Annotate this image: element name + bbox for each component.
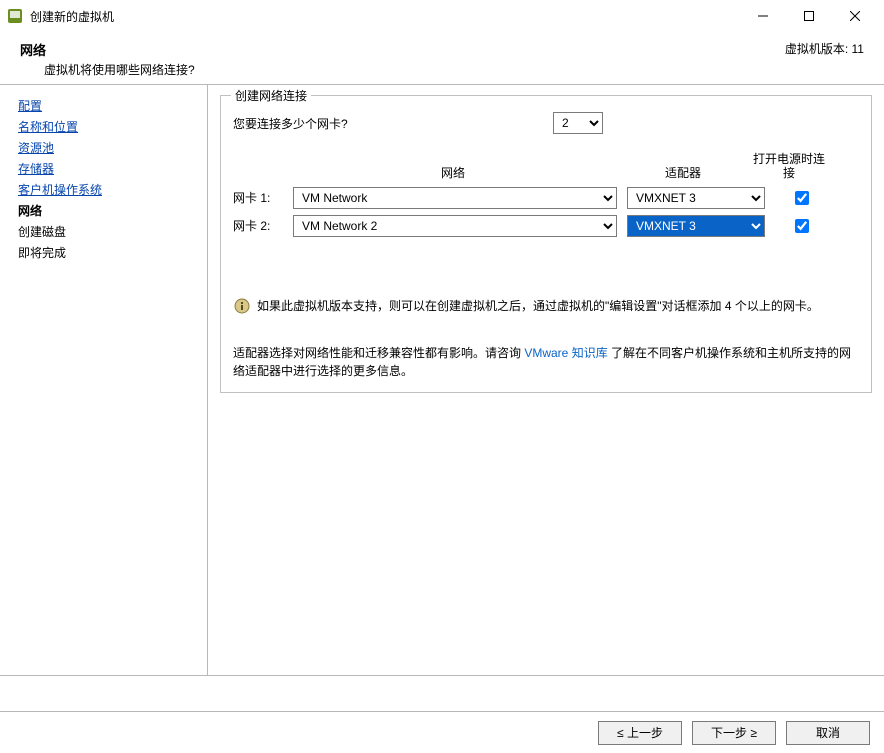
header-adapter: 适配器: [613, 164, 753, 181]
titlebar: 创建新的虚拟机: [0, 0, 884, 32]
app-icon: [6, 7, 24, 25]
vmware-kb-link[interactable]: VMware 知识库: [524, 346, 607, 360]
page-title: 网络: [20, 40, 785, 59]
minimize-button[interactable]: [740, 1, 786, 31]
info-icon: [233, 297, 257, 318]
nic-row-1: 网卡 1: VM Network VMXNET 3: [233, 187, 859, 209]
nic2-network-select[interactable]: VM Network 2: [293, 215, 617, 237]
nic1-adapter-select[interactable]: VMXNET 3: [627, 187, 765, 209]
nic1-label: 网卡 1:: [233, 189, 293, 206]
sidebar-item-network: 网络: [18, 200, 207, 221]
page-subtitle: 虚拟机将使用哪些网络连接?: [44, 61, 785, 78]
next-button[interactable]: 下一步 ≥: [692, 721, 776, 745]
nic-count-select[interactable]: 2: [553, 112, 603, 134]
main-panel: 创建网络连接 您要连接多少个网卡? 2 网络 适配器 打开电源时连接 网卡 1:: [208, 85, 884, 675]
wizard-sidebar: 配置 名称和位置 资源池 存储器 客户机操作系统 网络 创建磁盘 即将完成: [0, 85, 208, 675]
window-title: 创建新的虚拟机: [30, 8, 740, 25]
nic1-network-select[interactable]: VM Network: [293, 187, 617, 209]
sidebar-item-ready-complete: 即将完成: [18, 242, 207, 263]
nic-count-label: 您要连接多少个网卡?: [233, 115, 553, 132]
nic2-label: 网卡 2:: [233, 217, 293, 234]
close-button[interactable]: [832, 1, 878, 31]
sidebar-item-config[interactable]: 配置: [18, 95, 207, 116]
nic2-adapter-select[interactable]: VMXNET 3: [627, 215, 765, 237]
info-text-1: 如果此虚拟机版本支持，则可以在创建虚拟机之后，通过虚拟机的"编辑设置"对话框添加…: [257, 297, 859, 318]
sidebar-item-name-location[interactable]: 名称和位置: [18, 116, 207, 137]
vm-version-label: 虚拟机版本: 11: [785, 40, 864, 78]
nic2-connect-checkbox[interactable]: [795, 219, 809, 233]
nic1-connect-checkbox[interactable]: [795, 191, 809, 205]
sidebar-item-storage[interactable]: 存储器: [18, 158, 207, 179]
wizard-footer: ≤ 上一步 下一步 ≥ 取消: [0, 711, 884, 753]
nic-row-2: 网卡 2: VM Network 2 VMXNET 3: [233, 215, 859, 237]
back-button[interactable]: ≤ 上一步: [598, 721, 682, 745]
sidebar-item-guest-os[interactable]: 客户机操作系统: [18, 179, 207, 200]
footer-divider: [0, 675, 884, 676]
page-header: 网络 虚拟机将使用哪些网络连接? 虚拟机版本: 11: [0, 32, 884, 84]
sidebar-item-resource-pool[interactable]: 资源池: [18, 137, 207, 158]
sidebar-item-create-disk: 创建磁盘: [18, 221, 207, 242]
header-connect: 打开电源时连接: [753, 152, 825, 181]
info-text-2: 适配器选择对网络性能和迁移兼容性都有影响。请咨询 VMware 知识库 了解在不…: [233, 344, 859, 380]
header-network: 网络: [293, 164, 613, 181]
cancel-button[interactable]: 取消: [786, 721, 870, 745]
maximize-button[interactable]: [786, 1, 832, 31]
window-controls: [740, 1, 878, 31]
network-groupbox: 创建网络连接 您要连接多少个网卡? 2 网络 适配器 打开电源时连接 网卡 1:: [220, 95, 872, 393]
groupbox-legend: 创建网络连接: [231, 87, 311, 104]
